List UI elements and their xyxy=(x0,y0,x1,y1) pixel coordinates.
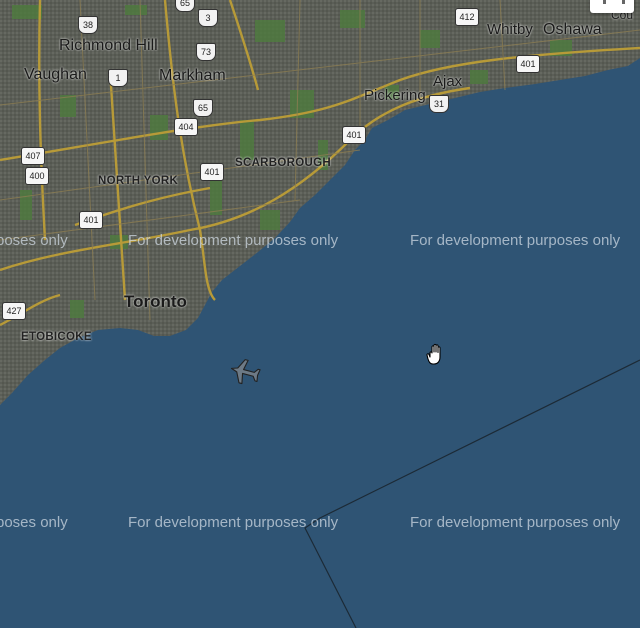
highway-400-shield: 400 xyxy=(25,167,49,185)
watermark-partial-2: poses only xyxy=(0,514,68,531)
route-31-shield: 31 xyxy=(429,95,449,113)
label-etobicoke: ETOBICOKE xyxy=(21,331,92,343)
airplane-icon[interactable] xyxy=(228,356,262,388)
label-toronto: Toronto xyxy=(124,292,187,311)
route-1-shield: 1 xyxy=(108,69,128,87)
watermark-partial-1: poses only xyxy=(0,232,68,249)
highway-401-shield-mid: 401 xyxy=(200,163,224,181)
highway-412-shield: 412 xyxy=(455,8,479,26)
highway-407-shield: 407 xyxy=(21,147,45,165)
highway-401-shield-east: 401 xyxy=(516,55,540,73)
map-view[interactable]: Richmond Hill Vaughan Markham Whitby Osh… xyxy=(0,0,640,628)
watermark-3: For development purposes only xyxy=(128,514,339,531)
watermark-1: For development purposes only xyxy=(128,232,339,249)
route-65-shield-2: 65 xyxy=(193,99,213,117)
label-whitby: Whitby xyxy=(487,21,533,38)
label-oshawa: Oshawa xyxy=(543,21,602,38)
hand-cursor-icon xyxy=(426,343,441,365)
label-north-york: NORTH YORK xyxy=(98,175,179,187)
route-3-shield: 3 xyxy=(198,9,218,27)
label-pickering: Pickering xyxy=(364,87,426,104)
route-38-shield: 38 xyxy=(78,16,98,34)
highway-427-shield: 427 xyxy=(2,302,26,320)
highway-401-shield-scarborough: 401 xyxy=(342,126,366,144)
watermark-2: For development purposes only xyxy=(410,232,621,249)
highway-401-shield-west: 401 xyxy=(79,211,103,229)
highway-404-shield: 404 xyxy=(174,118,198,136)
watermark-4: For development purposes only xyxy=(410,514,621,531)
label-markham: Markham xyxy=(159,67,226,84)
label-ajax: Ajax xyxy=(433,73,463,90)
label-richmond-hill: Richmond Hill xyxy=(59,37,158,54)
label-vaughan: Vaughan xyxy=(24,66,87,83)
fullscreen-button[interactable] xyxy=(590,0,634,13)
route-73-shield: 73 xyxy=(196,43,216,61)
route-65-shield: 65 xyxy=(175,0,195,12)
label-scarborough: SCARBOROUGH xyxy=(235,157,331,169)
map-base xyxy=(0,0,640,628)
